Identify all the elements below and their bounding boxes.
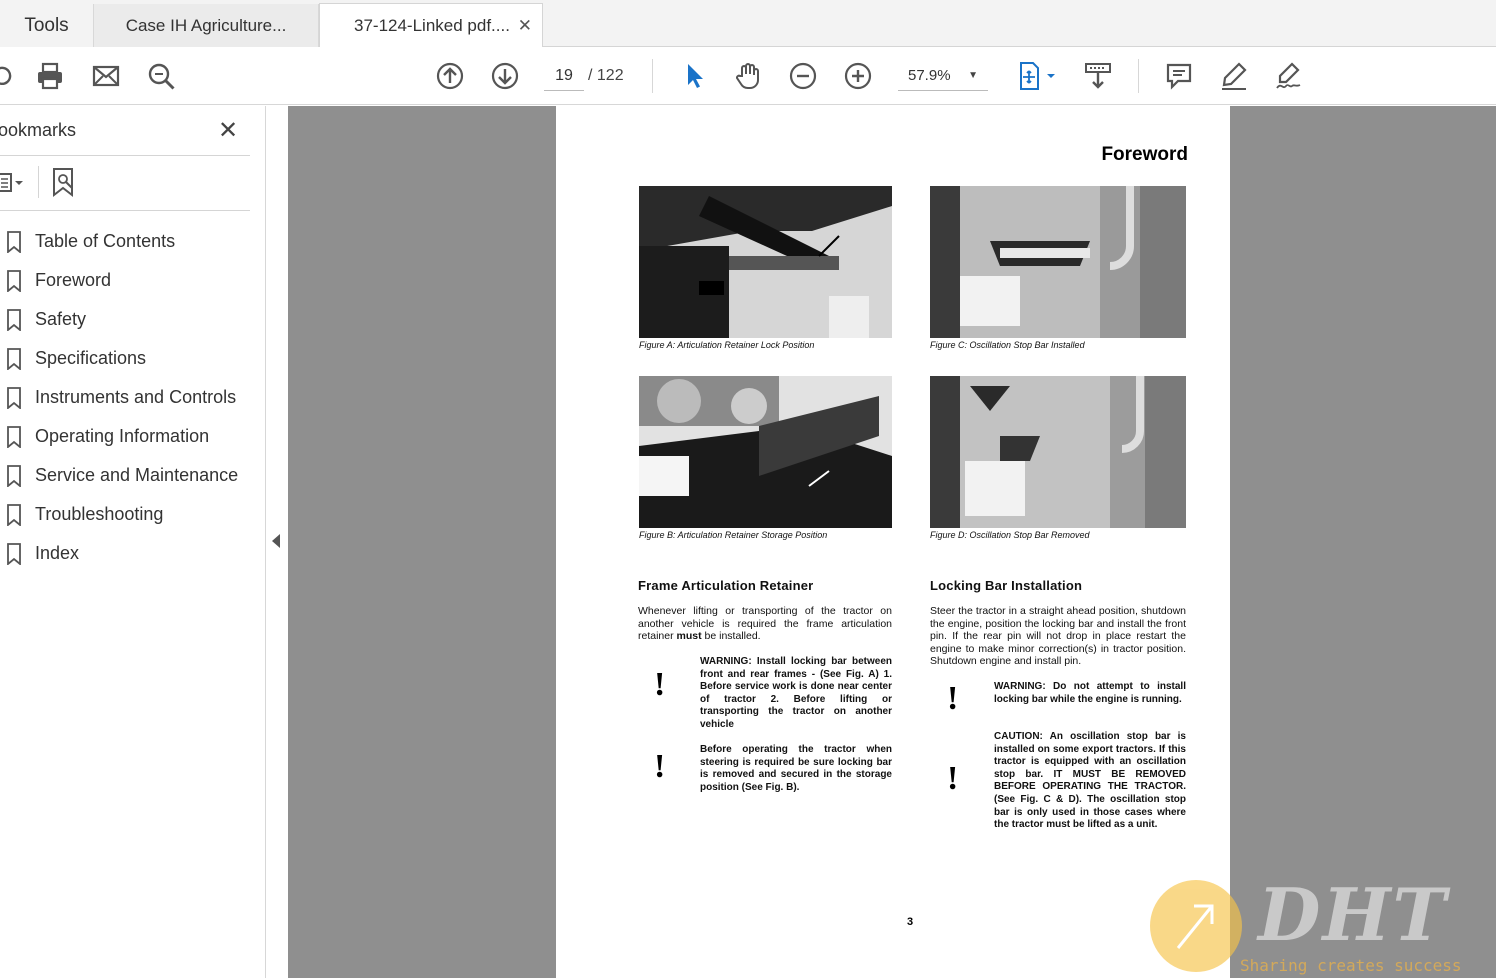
bookmark-troubleshooting[interactable]: Troubleshooting bbox=[0, 495, 250, 534]
section-heading-frame-articulation: Frame Articulation Retainer bbox=[638, 578, 814, 593]
warning-exclamation-icon: ! bbox=[947, 760, 959, 797]
figure-b-photo bbox=[639, 376, 892, 528]
caution-oscillation-stop-bar: CAUTION: An oscillation stop bar is inst… bbox=[994, 731, 1186, 831]
bookmark-table-of-contents[interactable]: Table of Contents bbox=[0, 222, 250, 261]
triangle-left-icon bbox=[272, 534, 280, 548]
watermark-logo-icon bbox=[1150, 880, 1242, 972]
tab-current-document[interactable]: 37-124-Linked pdf.... ✕ bbox=[319, 3, 543, 48]
warning-locking-bar: WARNING: Install locking bar between fro… bbox=[700, 656, 892, 730]
bookmark-label: Service and Maintenance bbox=[35, 465, 239, 485]
bookmark-label: Foreword bbox=[35, 270, 112, 290]
page-up-icon[interactable] bbox=[433, 59, 467, 93]
page-total: / 122 bbox=[588, 67, 624, 84]
bookmark-icon bbox=[7, 425, 21, 448]
zoom-level-select[interactable]: 57.9% ▼ bbox=[898, 61, 988, 91]
highlight-icon[interactable] bbox=[1217, 59, 1251, 93]
locking-bar-paragraph: Steer the tractor in a straight ahead po… bbox=[930, 605, 1186, 668]
warning-before-operating: Before operating the tractor when steeri… bbox=[700, 744, 892, 793]
scroll-mode-icon[interactable] bbox=[1081, 59, 1115, 93]
bookmark-label: Troubleshooting bbox=[35, 504, 164, 524]
bookmark-icon bbox=[7, 542, 21, 565]
share-icon[interactable] bbox=[0, 59, 20, 93]
figure-c-caption: Figure C: Oscillation Stop Bar Installed bbox=[930, 340, 1085, 350]
figure-c-photo bbox=[930, 186, 1186, 338]
panel-divider bbox=[0, 155, 250, 156]
watermark-text: DHT bbox=[1258, 872, 1449, 957]
search-zoom-icon[interactable] bbox=[144, 59, 178, 93]
tab-bar: Tools Case IH Agriculture... 37-124-Link… bbox=[0, 0, 1496, 48]
panel-divider bbox=[38, 166, 39, 198]
figure-d-photo bbox=[930, 376, 1186, 528]
figure-a-photo bbox=[639, 186, 892, 338]
hand-tool-icon[interactable] bbox=[731, 59, 765, 93]
bookmark-label: Index bbox=[35, 543, 80, 563]
tab-tools-label: Tools bbox=[24, 14, 69, 36]
warning-exclamation-icon: ! bbox=[654, 748, 666, 785]
print-icon[interactable] bbox=[33, 59, 67, 93]
page-number-input[interactable]: 19 bbox=[544, 61, 584, 91]
document-viewport[interactable]: Foreword Figure A: Articulation Retainer… bbox=[288, 106, 1496, 978]
collapse-panel-button[interactable] bbox=[266, 106, 288, 978]
bookmark-operating-information[interactable]: Operating Information bbox=[0, 417, 250, 456]
page-title: Foreword bbox=[1101, 144, 1188, 165]
bookmark-service-and-maintenance[interactable]: Service and Maintenance bbox=[0, 456, 250, 495]
bookmark-icon bbox=[7, 347, 21, 370]
select-tool-icon[interactable] bbox=[676, 59, 710, 93]
panel-divider bbox=[0, 210, 250, 211]
bookmark-safety[interactable]: Safety bbox=[0, 300, 250, 339]
warning-engine-running: WARNING: Do not attempt to install locki… bbox=[994, 681, 1186, 705]
bookmark-list: Table of Contents Foreword Safety Specif… bbox=[0, 222, 250, 573]
bookmark-icon bbox=[7, 386, 21, 409]
warning-exclamation-icon: ! bbox=[947, 680, 959, 717]
zoom-in-icon[interactable] bbox=[841, 59, 875, 93]
tab-case-ih[interactable]: Case IH Agriculture... bbox=[93, 4, 319, 47]
page-number: 3 bbox=[907, 916, 914, 928]
figure-b-caption: Figure B: Articulation Retainer Storage … bbox=[639, 530, 828, 540]
tab-case-ih-label: Case IH Agriculture... bbox=[125, 15, 287, 35]
bookmark-label: Instruments and Controls bbox=[35, 387, 237, 407]
pdf-page: Foreword Figure A: Articulation Retainer… bbox=[556, 106, 1230, 978]
chevron-down-icon: ▼ bbox=[968, 70, 978, 81]
bookmark-icon bbox=[7, 308, 21, 331]
close-panel-icon[interactable]: ✕ bbox=[218, 116, 238, 145]
bookmark-label: Safety bbox=[35, 309, 87, 329]
sign-icon[interactable] bbox=[1272, 59, 1306, 93]
bookmark-label: Specifications bbox=[35, 348, 147, 368]
tab-tools[interactable]: Tools bbox=[0, 4, 93, 47]
comment-icon[interactable] bbox=[1162, 59, 1196, 93]
bookmark-specifications[interactable]: Specifications bbox=[0, 339, 250, 378]
bookmarks-panel-title: ookmarks bbox=[0, 120, 77, 140]
toolbar: 19 / 122 57.9% ▼ bbox=[0, 47, 1496, 105]
bookmark-icon bbox=[7, 503, 21, 526]
toolbar-divider bbox=[1138, 59, 1139, 93]
bookmark-label: Table of Contents bbox=[35, 231, 176, 251]
paragraph-emphasis: must bbox=[676, 630, 702, 643]
frame-articulation-paragraph: Whenever lifting or transporting of the … bbox=[638, 605, 892, 643]
page-down-icon[interactable] bbox=[488, 59, 522, 93]
figure-d-caption: Figure D: Oscillation Stop Bar Removed bbox=[930, 530, 1090, 540]
toolbar-divider bbox=[652, 59, 653, 93]
paragraph-text: be installed. bbox=[701, 630, 761, 643]
options-menu-icon[interactable] bbox=[0, 170, 28, 196]
close-tab-icon[interactable]: ✕ bbox=[518, 16, 532, 36]
warning-exclamation-icon: ! bbox=[654, 666, 666, 703]
figure-a-caption: Figure A: Articulation Retainer Lock Pos… bbox=[639, 340, 815, 350]
bookmarks-panel: ookmarks ✕ Table of Contents Foreword Sa… bbox=[0, 106, 266, 978]
bookmark-icon bbox=[7, 464, 21, 487]
email-icon[interactable] bbox=[89, 59, 123, 93]
bookmark-index[interactable]: Index bbox=[0, 534, 250, 573]
bookmark-instruments-and-controls[interactable]: Instruments and Controls bbox=[0, 378, 250, 417]
zoom-out-icon[interactable] bbox=[786, 59, 820, 93]
watermark-subtitle: Sharing creates success bbox=[1240, 956, 1462, 975]
bookmark-icon bbox=[7, 269, 21, 292]
bookmark-foreword[interactable]: Foreword bbox=[0, 261, 250, 300]
tab-current-label: 37-124-Linked pdf.... bbox=[354, 16, 510, 35]
bookmark-icon bbox=[7, 230, 21, 253]
section-heading-locking-bar: Locking Bar Installation bbox=[930, 578, 1083, 593]
add-bookmark-icon[interactable] bbox=[50, 166, 78, 198]
bookmark-label: Operating Information bbox=[35, 426, 210, 446]
fit-page-icon[interactable] bbox=[1012, 59, 1060, 93]
zoom-level-value: 57.9% bbox=[908, 67, 951, 84]
